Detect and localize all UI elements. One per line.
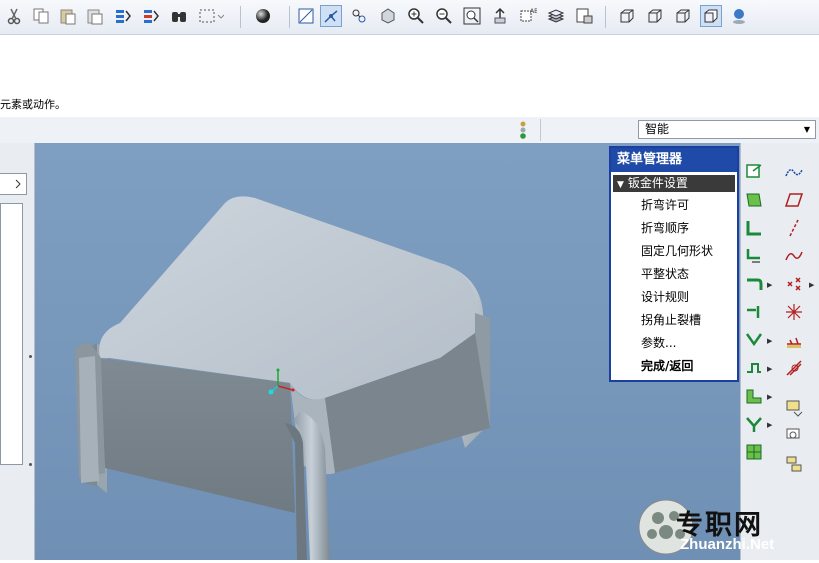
rip-icon[interactable] (743, 413, 765, 435)
message-area (0, 35, 819, 118)
extend-wall-icon[interactable] (743, 245, 765, 267)
csys-display-icon[interactable] (377, 5, 399, 27)
saved-views-icon[interactable]: AB (517, 5, 539, 27)
view-manager-icon[interactable] (573, 5, 595, 27)
datum-plane-icon[interactable] (783, 189, 805, 211)
conversion-icon[interactable] (743, 161, 765, 183)
regenerate-icon[interactable] (112, 5, 134, 27)
shaded-icon[interactable] (700, 5, 722, 27)
menu-manager-title: 菜单管理器 (611, 148, 737, 172)
selection-filter-select[interactable]: 智能 ▼ (638, 120, 816, 139)
menu-item-done-return[interactable]: 完成/返回 (611, 355, 737, 378)
menu-item-parameters[interactable]: 参数... (611, 332, 737, 355)
datum-axis-icon[interactable] (783, 217, 805, 239)
pattern-icon[interactable] (783, 453, 805, 475)
find-icon[interactable] (168, 5, 190, 27)
regen-manager-icon[interactable] (140, 5, 162, 27)
menu-item-corner-relief[interactable]: 拐角止裂槽 (611, 309, 737, 332)
main-toolbar: AB (0, 0, 819, 35)
collapse-triangle-icon: ▼ (617, 180, 624, 190)
copy-icon[interactable] (30, 5, 52, 27)
menu-item-design-rules[interactable]: 设计规则 (611, 286, 737, 309)
menu-item-bend-allowance[interactable]: 折弯许可 (611, 194, 737, 217)
hidden-line-icon[interactable] (644, 5, 666, 27)
refit-icon[interactable] (461, 5, 483, 27)
watermark-en: Zhuanzhi.Net (680, 536, 775, 553)
axis-display-icon[interactable] (320, 5, 342, 27)
flatten-icon[interactable] (743, 385, 765, 407)
merge-icon[interactable] (743, 441, 765, 463)
datum-point-icon[interactable] (783, 273, 805, 295)
cut-icon[interactable] (3, 5, 25, 27)
menu-item-flat-state[interactable]: 平整状态 (611, 263, 737, 286)
datum-curve-icon[interactable] (783, 245, 805, 267)
form-icon[interactable] (743, 357, 765, 379)
menu-item-fixed-geometry[interactable]: 固定几何形状 (611, 240, 737, 263)
model-tree-tab[interactable] (0, 173, 27, 195)
bend-icon[interactable] (743, 273, 765, 295)
menu-manager: 菜单管理器 ▼ 钣金件设置 折弯许可 折弯顺序 固定几何形状 平整状态 设计规则 … (609, 146, 739, 382)
bend-back-icon[interactable] (743, 329, 765, 351)
sketch-curve-icon[interactable] (783, 161, 805, 183)
menu-header[interactable]: ▼ 钣金件设置 (613, 175, 735, 192)
datum-csys-icon[interactable] (783, 301, 805, 323)
menu-header-label: 钣金件设置 (627, 176, 688, 190)
copy-feature-icon[interactable] (783, 425, 805, 447)
zoom-out-icon[interactable] (433, 5, 455, 27)
splitter-handle[interactable] (29, 355, 32, 358)
analysis-icon[interactable] (783, 329, 805, 351)
appearance-icon[interactable] (728, 5, 750, 27)
plane-display-icon[interactable] (295, 5, 317, 27)
wireframe-icon[interactable] (616, 5, 638, 27)
shade-sphere-icon[interactable] (252, 5, 274, 27)
status-light-icon (518, 121, 528, 139)
group-icon[interactable] (783, 397, 805, 419)
model-tree-list[interactable] (0, 203, 23, 465)
menu-item-bend-order[interactable]: 折弯顺序 (611, 217, 737, 240)
layers-icon[interactable] (545, 5, 567, 27)
message-text: 元素或动作。 (0, 98, 66, 111)
paste-special-icon[interactable] (84, 5, 106, 27)
no-hidden-icon[interactable] (672, 5, 694, 27)
paste-icon[interactable] (57, 5, 79, 27)
point-display-icon[interactable] (348, 5, 370, 27)
flange-wall-icon[interactable] (743, 217, 765, 239)
model-tree-panel (0, 143, 35, 560)
select-box-icon[interactable] (196, 5, 226, 27)
reorient-icon[interactable] (489, 5, 511, 27)
chevron-down-icon[interactable]: ▼ (799, 121, 815, 138)
svg-text:AB: AB (530, 8, 537, 15)
unbend-icon[interactable] (743, 301, 765, 323)
flat-wall-icon[interactable] (743, 189, 765, 211)
offset-curve-icon[interactable] (783, 357, 805, 379)
splitter-handle[interactable] (29, 463, 32, 466)
zoom-in-icon[interactable] (405, 5, 427, 27)
selection-filter-value: 智能 (645, 122, 670, 136)
